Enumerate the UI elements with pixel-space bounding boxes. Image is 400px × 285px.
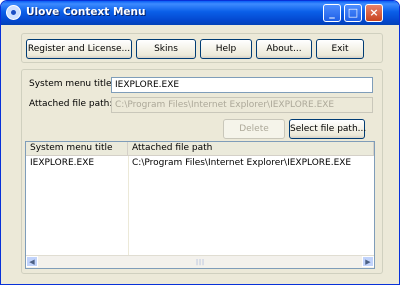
- row-path-cell[interactable]: C:\Program Files\Internet Explorer\IEXPL…: [128, 157, 351, 169]
- maximize-button[interactable]: □: [344, 4, 362, 22]
- window-body: Register and License... Skins Help About…: [5, 25, 395, 280]
- scroll-right-icon[interactable]: ▶: [362, 256, 374, 267]
- app-window: Ulove Context Menu _ □ × Register and Li…: [0, 0, 400, 285]
- column-header-title[interactable]: System menu title: [26, 142, 128, 156]
- file-path-label: Attached file path:: [29, 99, 113, 109]
- about-button[interactable]: About...: [256, 39, 312, 59]
- column-header-path[interactable]: Attached file path: [128, 142, 374, 156]
- exit-button[interactable]: Exit: [316, 39, 364, 59]
- select-file-path-button[interactable]: Select file path...: [289, 119, 366, 139]
- scroll-grip-icon[interactable]: |||: [196, 259, 205, 266]
- close-button[interactable]: ×: [365, 4, 383, 22]
- title-bar[interactable]: Ulove Context Menu _ □ ×: [1, 1, 399, 25]
- register-license-button[interactable]: Register and License...: [26, 39, 132, 59]
- skins-button[interactable]: Skins: [136, 39, 196, 59]
- help-button[interactable]: Help: [200, 39, 252, 59]
- menu-title-input[interactable]: IEXPLORE.EXE: [111, 77, 373, 93]
- window-title: Ulove Context Menu: [26, 6, 146, 18]
- menu-title-label: System menu title:: [29, 79, 115, 89]
- delete-button[interactable]: Delete: [223, 119, 285, 139]
- column-divider: [128, 156, 129, 256]
- minimize-button[interactable]: _: [323, 4, 341, 22]
- horizontal-scrollbar[interactable]: ◀ ||| ▶: [26, 255, 374, 268]
- scroll-left-icon[interactable]: ◀: [26, 256, 38, 267]
- app-icon[interactable]: [6, 5, 21, 20]
- row-title-cell[interactable]: IEXPLORE.EXE: [26, 157, 94, 169]
- menu-list[interactable]: System menu title Attached file path IEX…: [25, 141, 375, 269]
- file-path-input[interactable]: C:\Program Files\Internet Explorer\IEXPL…: [111, 97, 373, 113]
